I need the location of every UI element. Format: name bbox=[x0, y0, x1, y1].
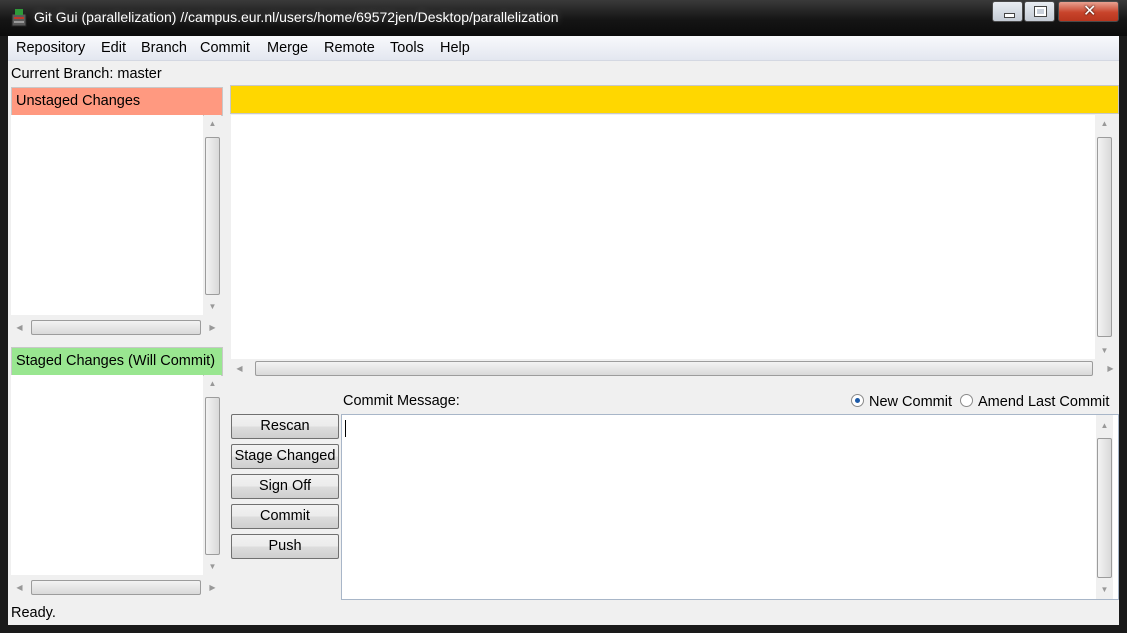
unstaged-file-list[interactable] bbox=[11, 115, 203, 315]
scroll-up-arrow-icon[interactable]: ▲ bbox=[204, 375, 221, 392]
scroll-right-arrow-icon[interactable]: ▶ bbox=[204, 319, 221, 336]
commit-mode-options: New Commit Amend Last Commit bbox=[851, 393, 1113, 410]
close-icon: ✕ bbox=[1083, 3, 1097, 20]
title-bar[interactable]: Git Gui (parallelization) //campus.eur.n… bbox=[0, 0, 1127, 36]
menu-bar: Repository Edit Branch Commit Merge Remo… bbox=[8, 36, 1119, 61]
status-bar-text: Ready. bbox=[11, 605, 56, 621]
menu-commit[interactable]: Commit bbox=[200, 40, 250, 56]
stage-changed-button[interactable]: Stage Changed bbox=[231, 444, 339, 469]
scrollbar-thumb[interactable] bbox=[205, 137, 220, 295]
rescan-button[interactable]: Rescan bbox=[231, 414, 339, 439]
scrollbar-thumb[interactable] bbox=[31, 580, 201, 595]
close-button[interactable]: ✕ bbox=[1058, 1, 1119, 22]
scroll-right-arrow-icon[interactable]: ▶ bbox=[204, 579, 221, 596]
new-commit-label[interactable]: New Commit bbox=[869, 394, 952, 410]
menu-merge[interactable]: Merge bbox=[267, 40, 308, 56]
commit-button[interactable]: Commit bbox=[231, 504, 339, 529]
scrollbar-thumb[interactable] bbox=[255, 361, 1093, 376]
unstaged-changes-title: Unstaged Changes bbox=[16, 93, 141, 109]
unstaged-horizontal-scrollbar[interactable]: ◀ ▶ bbox=[11, 319, 221, 336]
menu-edit[interactable]: Edit bbox=[101, 40, 126, 56]
diff-vertical-scrollbar[interactable]: ▲ ▼ bbox=[1096, 115, 1113, 359]
git-gui-app-icon bbox=[11, 9, 27, 27]
menu-help[interactable]: Help bbox=[440, 40, 470, 56]
scroll-down-arrow-icon[interactable]: ▼ bbox=[204, 558, 221, 575]
current-branch-label: Current Branch: master bbox=[11, 66, 162, 82]
main-area: Repository Edit Branch Commit Merge Remo… bbox=[8, 36, 1119, 625]
scroll-left-arrow-icon[interactable]: ◀ bbox=[231, 360, 248, 377]
maximize-button[interactable] bbox=[1024, 1, 1055, 22]
unstaged-changes-header: Unstaged Changes bbox=[11, 87, 223, 116]
menu-repository[interactable]: Repository bbox=[16, 40, 85, 56]
scrollbar-thumb[interactable] bbox=[31, 320, 201, 335]
commit-message-input[interactable] bbox=[341, 414, 1119, 600]
sign-off-button[interactable]: Sign Off bbox=[231, 474, 339, 499]
new-commit-radio[interactable] bbox=[851, 394, 864, 407]
window-title: Git Gui (parallelization) //campus.eur.n… bbox=[34, 9, 559, 25]
diff-viewer[interactable] bbox=[231, 115, 1095, 359]
staged-changes-title: Staged Changes (Will Commit) bbox=[16, 353, 216, 369]
diff-header-bar bbox=[230, 85, 1119, 114]
scrollbar-thumb[interactable] bbox=[205, 397, 220, 555]
text-caret bbox=[345, 420, 346, 437]
diff-horizontal-scrollbar[interactable]: ◀ ▶ bbox=[231, 360, 1119, 377]
staged-changes-header: Staged Changes (Will Commit) bbox=[11, 347, 223, 376]
scroll-up-arrow-icon[interactable]: ▲ bbox=[1096, 417, 1113, 434]
scroll-left-arrow-icon[interactable]: ◀ bbox=[11, 319, 28, 336]
staged-horizontal-scrollbar[interactable]: ◀ ▶ bbox=[11, 579, 221, 596]
amend-last-commit-label[interactable]: Amend Last Commit bbox=[978, 394, 1109, 410]
scroll-down-arrow-icon[interactable]: ▼ bbox=[1096, 581, 1113, 598]
git-gui-window: Git Gui (parallelization) //campus.eur.n… bbox=[0, 0, 1127, 633]
scrollbar-thumb[interactable] bbox=[1097, 438, 1112, 578]
menu-remote[interactable]: Remote bbox=[324, 40, 375, 56]
scrollbar-thumb[interactable] bbox=[1097, 137, 1112, 337]
scroll-down-arrow-icon[interactable]: ▼ bbox=[204, 298, 221, 315]
scroll-down-arrow-icon[interactable]: ▼ bbox=[1096, 342, 1113, 359]
staged-file-list[interactable] bbox=[11, 375, 203, 575]
minimize-icon bbox=[1004, 13, 1015, 18]
scroll-right-arrow-icon[interactable]: ▶ bbox=[1102, 360, 1119, 377]
menu-branch[interactable]: Branch bbox=[141, 40, 187, 56]
maximize-icon bbox=[1034, 6, 1047, 17]
scroll-up-arrow-icon[interactable]: ▲ bbox=[1096, 115, 1113, 132]
staged-vertical-scrollbar[interactable]: ▲ ▼ bbox=[204, 375, 221, 575]
amend-last-commit-radio[interactable] bbox=[960, 394, 974, 407]
menu-tools[interactable]: Tools bbox=[390, 40, 424, 56]
minimize-button[interactable] bbox=[992, 1, 1023, 22]
commit-message-vertical-scrollbar[interactable]: ▲ ▼ bbox=[1096, 415, 1113, 599]
push-button[interactable]: Push bbox=[231, 534, 339, 559]
unstaged-vertical-scrollbar[interactable]: ▲ ▼ bbox=[204, 115, 221, 315]
scroll-up-arrow-icon[interactable]: ▲ bbox=[204, 115, 221, 132]
scroll-left-arrow-icon[interactable]: ◀ bbox=[11, 579, 28, 596]
commit-message-label: Commit Message: bbox=[343, 393, 460, 409]
